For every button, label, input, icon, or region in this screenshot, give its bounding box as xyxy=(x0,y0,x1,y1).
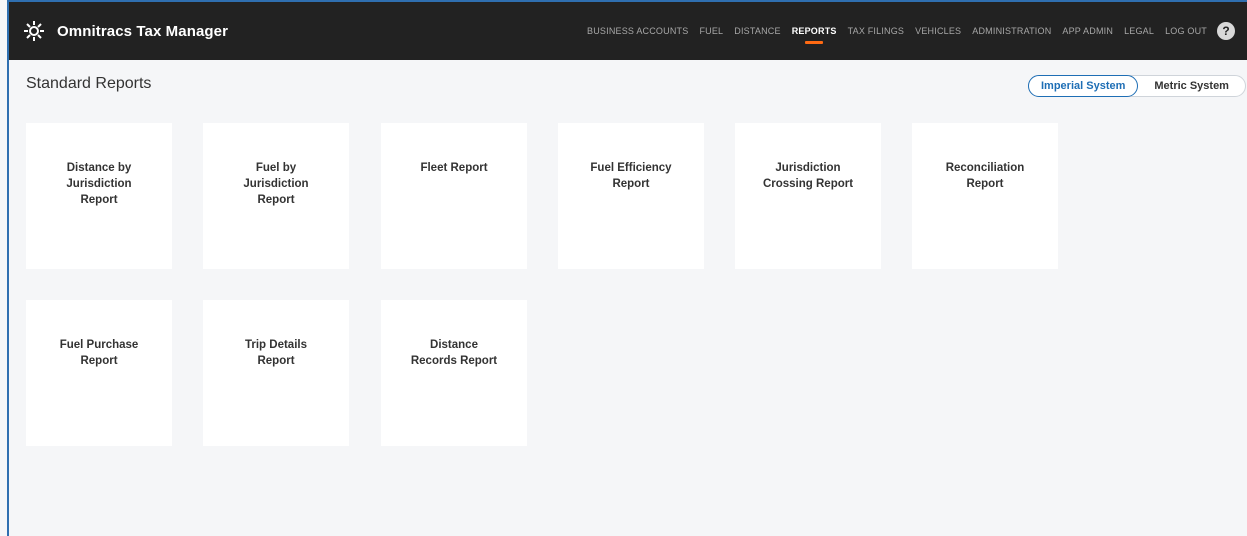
nav-vehicles[interactable]: VEHICLES xyxy=(915,26,961,36)
units-toggle: Imperial System Metric System xyxy=(1028,75,1246,97)
main-nav: BUSINESS ACCOUNTS FUEL DISTANCE REPORTS … xyxy=(576,2,1207,60)
report-tile-label: Fuel Purchase Report xyxy=(59,339,139,367)
nav-fuel[interactable]: FUEL xyxy=(699,26,723,36)
report-tile-distance-records[interactable]: Distance Records Report xyxy=(381,300,527,446)
nav-log-out[interactable]: LOG OUT xyxy=(1165,26,1207,36)
report-tile-fuel-purchase[interactable]: Fuel Purchase Report xyxy=(26,300,172,446)
report-tile-label: Fleet Report xyxy=(420,162,488,174)
brand[interactable]: Omnitracs Tax Manager xyxy=(23,20,228,42)
help-icon[interactable]: ? xyxy=(1217,22,1235,40)
nav-app-admin[interactable]: APP ADMIN xyxy=(1062,26,1113,36)
report-tile-label: Reconciliation Report xyxy=(945,162,1025,190)
report-tile-fuel-efficiency[interactable]: Fuel Efficiency Report xyxy=(558,123,704,269)
nav-administration[interactable]: ADMINISTRATION xyxy=(972,26,1051,36)
report-tile-fleet[interactable]: Fleet Report xyxy=(381,123,527,269)
report-tile-label: Jurisdiction Crossing Report xyxy=(762,162,854,190)
metric-system-button[interactable]: Metric System xyxy=(1138,76,1245,96)
nav-tax-filings[interactable]: TAX FILINGS xyxy=(848,26,905,36)
page-title: Standard Reports xyxy=(26,75,152,92)
report-tile-label: Distance Records Report xyxy=(410,339,498,367)
imperial-system-button[interactable]: Imperial System xyxy=(1028,75,1139,97)
report-tile-trip-details[interactable]: Trip Details Report xyxy=(203,300,349,446)
report-tile-distance-by-jurisdiction[interactable]: Distance by Jurisdiction Report xyxy=(26,123,172,269)
top-navigation-bar: Omnitracs Tax Manager BUSINESS ACCOUNTS … xyxy=(9,2,1247,60)
report-tile-label: Fuel by Jurisdiction Report xyxy=(243,162,309,206)
window-border-left xyxy=(7,0,9,536)
nav-business-accounts[interactable]: BUSINESS ACCOUNTS xyxy=(587,26,688,36)
nav-reports[interactable]: REPORTS xyxy=(792,26,837,44)
report-tile-reconciliation[interactable]: Reconciliation Report xyxy=(912,123,1058,269)
sun-gear-icon xyxy=(23,20,45,42)
app-title: Omnitracs Tax Manager xyxy=(57,22,229,40)
report-tile-label: Distance by Jurisdiction Report xyxy=(66,162,132,206)
report-tile-jurisdiction-crossing[interactable]: Jurisdiction Crossing Report xyxy=(735,123,881,269)
nav-distance[interactable]: DISTANCE xyxy=(734,26,780,36)
report-tile-label: Trip Details Report xyxy=(245,339,307,367)
nav-legal[interactable]: LEGAL xyxy=(1124,26,1154,36)
report-tile-label: Fuel Efficiency Report xyxy=(590,162,672,190)
report-tile-fuel-by-jurisdiction[interactable]: Fuel by Jurisdiction Report xyxy=(203,123,349,269)
